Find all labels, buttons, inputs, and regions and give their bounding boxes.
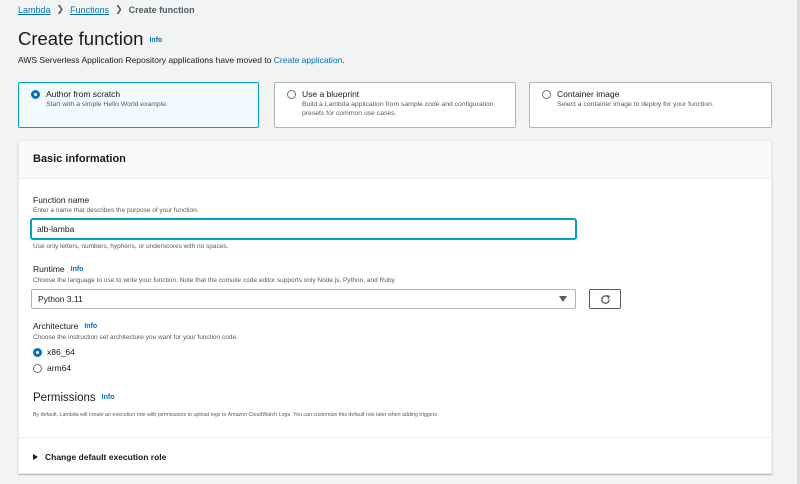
architecture-option-label: x86_64 <box>47 347 75 357</box>
breadcrumb-lambda-link[interactable]: Lambda <box>18 5 51 15</box>
radio-x86-64[interactable] <box>33 347 42 357</box>
option-desc: Build a Lambda application from sample c… <box>302 101 494 117</box>
function-name-desc: Enter a name that describes the purpose … <box>33 207 199 214</box>
breadcrumb-current: Create function <box>128 4 195 15</box>
create-application-link[interactable]: Create application <box>274 55 343 65</box>
function-name-label: Function name <box>33 195 90 205</box>
radio-arm64[interactable] <box>33 363 42 373</box>
function-name-input[interactable] <box>31 219 576 239</box>
option-use-a-blueprint[interactable]: Use a blueprint Build a Lambda applicati… <box>274 82 516 128</box>
runtime-label: Runtime Info <box>33 264 83 274</box>
option-container-image[interactable]: Container image Select a container image… <box>529 82 772 128</box>
subtitle-text: AWS Serverless Application Repository ap… <box>18 55 272 65</box>
page-title: Create function Info <box>18 28 162 50</box>
option-author-from-scratch[interactable]: Author from scratch Start with a simple … <box>18 82 259 128</box>
breadcrumb-functions-link[interactable]: Functions <box>70 5 109 15</box>
radio-use-a-blueprint[interactable] <box>287 89 296 99</box>
panel-header: Basic information <box>19 141 771 179</box>
permissions-info-link[interactable]: Info <box>102 394 115 401</box>
panel-title: Basic information <box>33 153 126 165</box>
runtime-desc: Choose the language to use to write your… <box>33 277 397 284</box>
runtime-selected-value: Python 3.11 <box>38 294 83 304</box>
architecture-option-label: arm64 <box>47 363 72 373</box>
page-title-text: Create function <box>18 28 144 49</box>
permissions-heading: Permissions Info <box>33 392 114 404</box>
option-desc: Select a container image to deploy for y… <box>557 101 714 108</box>
title-info-link[interactable]: Info <box>149 37 162 44</box>
chevron-right-icon: ❯ <box>115 4 123 14</box>
divider <box>19 437 771 438</box>
architecture-desc: Choose the instruction set architecture … <box>33 334 238 341</box>
basic-information-panel: Basic information Function name Enter a … <box>18 140 772 474</box>
page-subtitle: AWS Serverless Application Repository ap… <box>18 55 345 65</box>
refresh-icon <box>600 294 610 304</box>
radio-author-from-scratch[interactable] <box>31 89 40 99</box>
option-title: Container image <box>557 89 620 99</box>
option-desc: Start with a simple Hello World example. <box>46 101 168 108</box>
breadcrumb: Lambda ❯ Functions ❯ Create function <box>18 4 195 15</box>
function-name-constraint: Use only letters, numbers, hyphens, or u… <box>33 243 229 250</box>
subtitle-suffix: . <box>342 55 345 65</box>
chevron-right-icon: ❯ <box>56 4 65 14</box>
runtime-info-link[interactable]: Info <box>71 266 84 273</box>
caret-right-icon <box>33 454 38 460</box>
change-default-execution-role-expander[interactable]: Change default execution role <box>33 452 166 462</box>
caret-down-icon <box>559 296 567 302</box>
architecture-label: Architecture Info <box>33 321 97 331</box>
architecture-option-x86[interactable]: x86_64 <box>33 347 75 357</box>
permissions-desc: By default, Lambda will create an execut… <box>33 412 439 418</box>
runtime-select[interactable]: Python 3.11 <box>31 289 576 309</box>
expander-label: Change default execution role <box>45 452 167 462</box>
option-title: Author from scratch <box>46 89 121 99</box>
runtime-label-text: Runtime <box>33 264 65 274</box>
architecture-option-arm64[interactable]: arm64 <box>33 363 71 373</box>
radio-container-image[interactable] <box>542 89 551 99</box>
permissions-title: Permissions <box>33 392 96 404</box>
refresh-runtime-button[interactable] <box>589 289 621 309</box>
architecture-label-text: Architecture <box>33 321 79 331</box>
architecture-info-link[interactable]: Info <box>84 323 97 330</box>
option-title: Use a blueprint <box>302 89 360 99</box>
